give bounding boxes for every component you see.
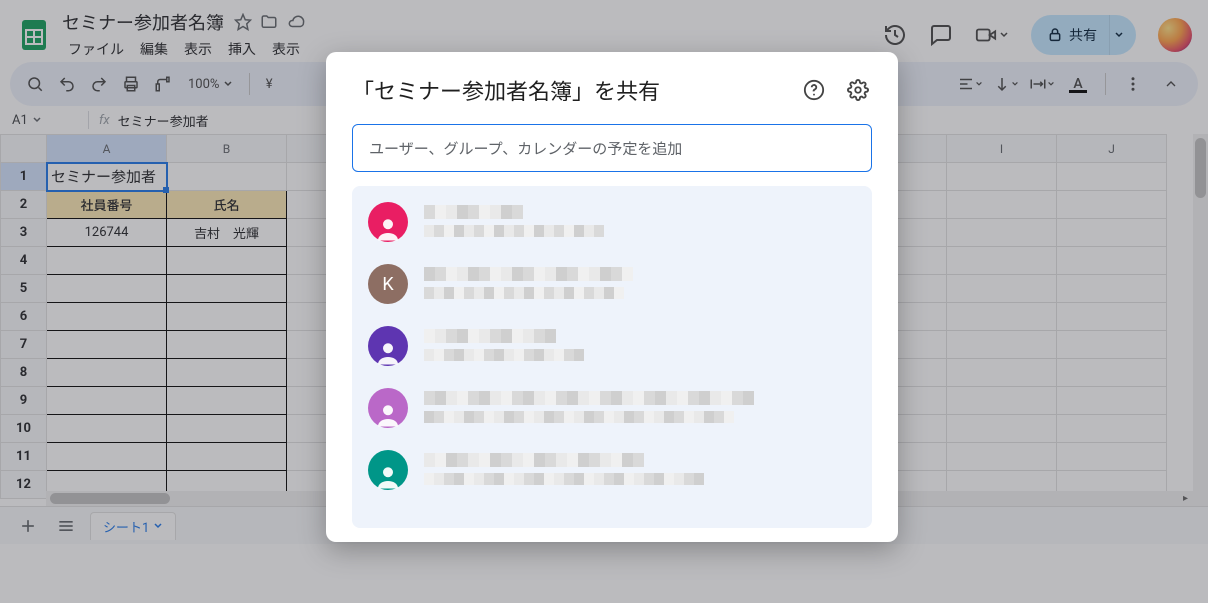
suggestion-item[interactable] (362, 442, 862, 498)
avatar-icon (368, 326, 408, 366)
text-color-icon[interactable]: A (1063, 69, 1093, 99)
add-sheet-icon[interactable] (14, 512, 42, 540)
row-header[interactable]: 12 (1, 471, 47, 499)
formula-bar[interactable]: セミナー参加者 (118, 111, 209, 130)
menu-format[interactable]: 表示 (266, 37, 306, 61)
sheet-tab[interactable]: シート1 (90, 512, 176, 540)
col-header[interactable]: A (47, 135, 167, 163)
zoom-select[interactable]: 100% (180, 69, 241, 99)
share-input-placeholder: ユーザー、グループ、カレンダーの予定を追加 (369, 138, 682, 159)
sheet-tab-label: シート1 (103, 517, 149, 536)
sheets-logo[interactable] (14, 15, 54, 55)
valign-icon[interactable] (991, 69, 1021, 99)
suggestion-item[interactable]: K (362, 256, 862, 312)
align-icon[interactable] (955, 69, 985, 99)
share-dropdown[interactable] (1109, 15, 1136, 55)
row-header[interactable]: 4 (1, 247, 47, 275)
avatar-initial: K (382, 274, 393, 295)
col-header[interactable]: B (167, 135, 287, 163)
avatar-icon: K (368, 264, 408, 304)
row-header[interactable]: 7 (1, 331, 47, 359)
row-header[interactable]: 1 (1, 163, 47, 191)
cell[interactable]: 吉村 光輝 (167, 219, 287, 247)
menu-edit[interactable]: 編集 (134, 37, 174, 61)
row-header[interactable]: 9 (1, 387, 47, 415)
share-button-label: 共有 (1069, 25, 1097, 45)
move-icon[interactable] (260, 13, 278, 31)
suggestion-item[interactable] (362, 194, 862, 250)
collapse-toolbar-icon[interactable] (1154, 67, 1188, 101)
menu-view[interactable]: 表示 (178, 37, 218, 61)
avatar-icon (368, 202, 408, 242)
all-sheets-icon[interactable] (52, 512, 80, 540)
col-header[interactable]: J (1057, 135, 1167, 163)
settings-icon[interactable] (844, 76, 872, 104)
row-header[interactable]: 2 (1, 191, 47, 219)
cloud-status-icon[interactable] (286, 13, 306, 31)
row-header[interactable]: 10 (1, 415, 47, 443)
col-header[interactable]: I (947, 135, 1057, 163)
vertical-scrollbar[interactable] (1193, 134, 1208, 506)
history-icon[interactable] (883, 23, 907, 47)
toolbar-divider (249, 73, 250, 95)
help-icon[interactable] (800, 76, 828, 104)
wrap-icon[interactable] (1027, 69, 1057, 99)
document-title[interactable]: セミナー参加者名簿 (62, 9, 224, 35)
row-header[interactable]: 6 (1, 303, 47, 331)
suggestion-item[interactable] (362, 318, 862, 374)
fx-icon: fx (99, 113, 110, 128)
currency-format[interactable]: ¥ (258, 69, 281, 99)
row-header[interactable]: 8 (1, 359, 47, 387)
cell[interactable]: 126744 (47, 219, 167, 247)
menu-file[interactable]: ファイル (62, 37, 130, 61)
name-box[interactable]: A1 (8, 113, 78, 128)
avatar-icon (368, 388, 408, 428)
redo-icon[interactable] (84, 69, 114, 99)
cell[interactable]: 氏名 (167, 191, 287, 219)
name-box-value: A1 (12, 113, 28, 128)
row-header[interactable]: 5 (1, 275, 47, 303)
star-icon[interactable] (234, 13, 252, 31)
cell[interactable]: セミナー参加者 (47, 163, 167, 191)
row-header[interactable]: 11 (1, 443, 47, 471)
meet-icon[interactable] (975, 24, 1009, 46)
suggestion-item[interactable] (362, 380, 862, 436)
search-tool-icon[interactable] (20, 69, 50, 99)
cell[interactable]: 社員番号 (47, 191, 167, 219)
row-header[interactable]: 3 (1, 219, 47, 247)
paint-format-icon[interactable] (148, 69, 178, 99)
toolbar-divider (1105, 73, 1106, 95)
share-dialog: 「セミナー参加者名簿」を共有 ユーザー、グループ、カレンダーの予定を追加 K (326, 52, 898, 542)
share-input[interactable]: ユーザー、グループ、カレンダーの予定を追加 (352, 124, 872, 172)
print-icon[interactable] (116, 69, 146, 99)
more-icon[interactable] (1118, 69, 1148, 99)
suggestion-list: K (352, 186, 872, 528)
undo-icon[interactable] (52, 69, 82, 99)
divider (88, 111, 89, 129)
comment-icon[interactable] (929, 23, 953, 47)
currency-label: ¥ (266, 77, 273, 92)
avatar-icon (368, 450, 408, 490)
share-button[interactable]: 共有 (1031, 15, 1136, 55)
account-avatar[interactable] (1158, 18, 1192, 52)
menu-insert[interactable]: 挿入 (222, 37, 262, 61)
dialog-title: 「セミナー参加者名簿」を共有 (352, 74, 800, 106)
zoom-value: 100% (188, 77, 219, 92)
